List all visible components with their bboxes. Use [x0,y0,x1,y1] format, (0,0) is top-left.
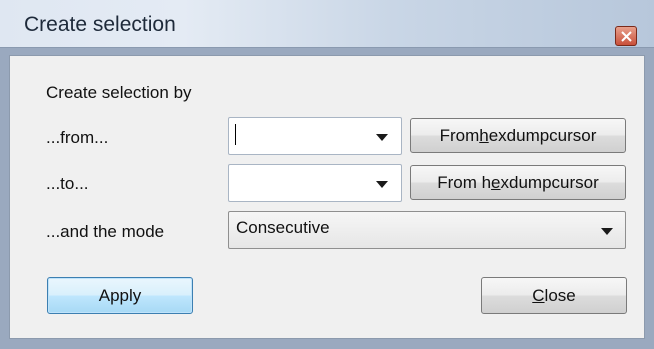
close-icon [621,31,632,42]
title-bar[interactable]: Create selection [0,0,654,48]
to-button-text-1: From h [437,172,492,192]
from-combobox[interactable] [228,117,402,155]
mode-value: Consecutive [236,218,330,237]
dialog-window: Create selection Create selection by ...… [0,0,654,349]
create-selection-heading: Create selection by [46,83,192,102]
chevron-down-icon[interactable] [376,181,388,188]
chevron-down-icon[interactable] [376,134,388,141]
mode-label: ...and the mode [46,222,165,241]
from-hexdumpcursor-button[interactable]: From h exdumpcursor [410,118,626,153]
from-label: ...from... [46,128,109,147]
mode-select[interactable]: Consecutive [228,211,626,249]
from-button-accel: h [479,125,489,145]
to-label: ...to... [46,174,89,193]
apply-button-label: Apply [98,285,142,305]
from-button-text-2: exdumpcursor [488,125,597,145]
close-button[interactable]: Close [481,277,627,314]
to-button-text-2: xdumpcursor [500,172,599,192]
dialog-body: Create selection by ...from... From h exd… [9,55,645,339]
close-window-button[interactable] [615,26,637,46]
close-button-accel: C [532,285,545,305]
to-hexdumpcursor-button[interactable]: From h e xdumpcursor [410,165,626,200]
to-button-accel: e [491,172,501,192]
close-button-text-2: lose [544,285,576,305]
apply-button[interactable]: Apply [47,277,193,314]
to-combobox[interactable] [228,164,402,202]
from-button-text-1: From [439,125,480,145]
text-caret [235,124,236,145]
window-title: Create selection [24,13,176,36]
chevron-down-icon[interactable] [601,228,613,235]
